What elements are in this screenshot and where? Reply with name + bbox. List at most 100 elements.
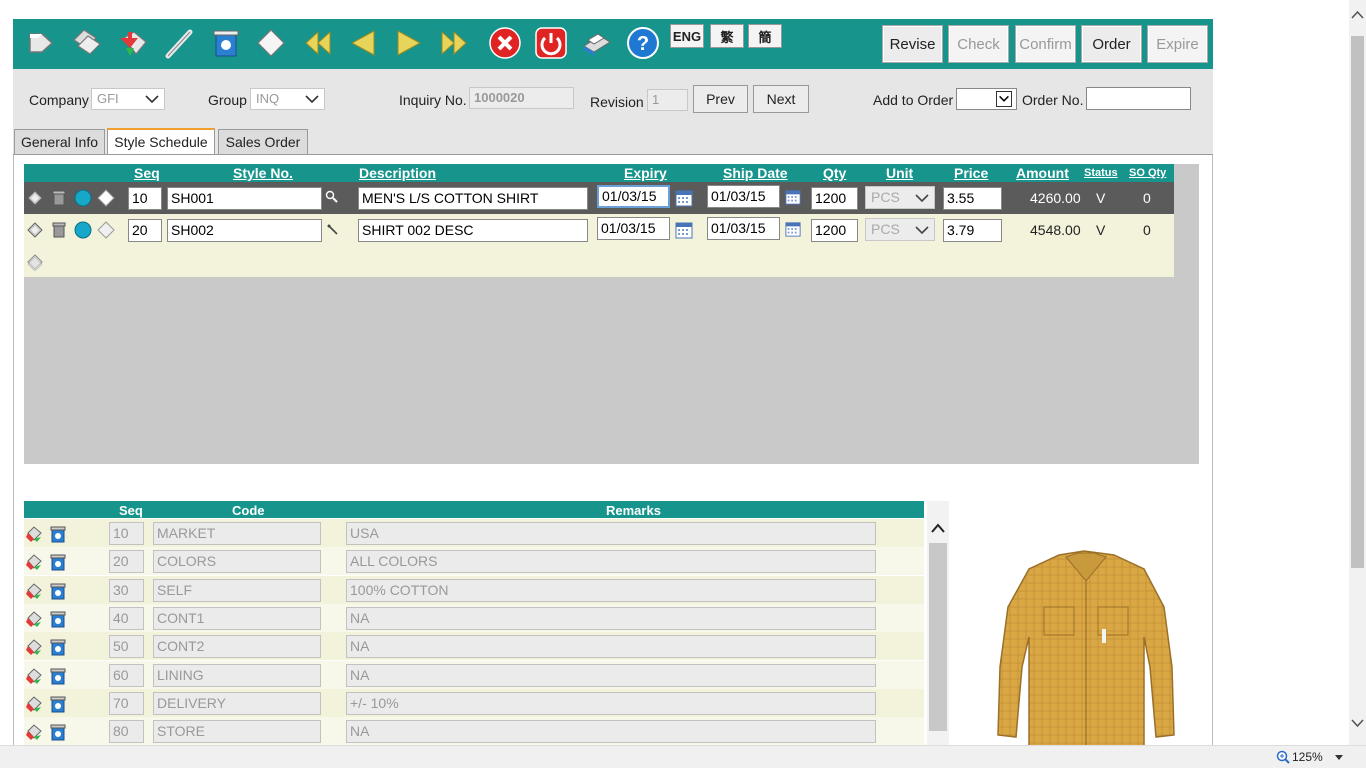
tab-general-info[interactable]: General Info [14, 129, 105, 154]
delete-row-icon[interactable] [49, 525, 67, 543]
style-row[interactable]: 10 SH001 MEN'S L/S COTTON SHIRT 01/03/15… [24, 182, 1174, 214]
help-icon[interactable]: ? [625, 25, 661, 61]
prev-icon[interactable] [345, 25, 381, 61]
tab-style-schedule[interactable]: Style Schedule [107, 128, 215, 154]
expire-button[interactable]: Expire [1147, 25, 1208, 63]
remark-row[interactable]: 50 CONT2 NA [24, 632, 924, 661]
price-input[interactable]: 3.79 [943, 219, 1002, 242]
edit-icon[interactable] [161, 25, 197, 61]
remark-text[interactable]: USA [346, 522, 876, 545]
delete-row-icon[interactable] [49, 582, 67, 600]
col-amount[interactable]: Amount [1016, 165, 1069, 181]
inquiry-no-field[interactable]: 1000020 [469, 87, 574, 109]
remark-row[interactable]: 70 DELIVERY +/- 10% [24, 688, 924, 717]
delete-row-icon[interactable] [49, 667, 67, 685]
col-description[interactable]: Description [359, 165, 436, 181]
diamond-icon[interactable] [97, 189, 115, 207]
copy-row-icon[interactable] [25, 525, 43, 543]
col-seq[interactable]: Seq [119, 503, 143, 518]
remark-row[interactable]: 80 STORE NA [24, 717, 924, 746]
description-input[interactable]: MEN'S L/S COTTON SHIRT [358, 187, 588, 210]
remark-row[interactable]: 60 LINING NA [24, 660, 924, 689]
remark-seq[interactable]: 40 [109, 606, 144, 630]
remark-text[interactable]: NA [346, 635, 876, 659]
ship-date-input[interactable]: 01/03/15 [707, 217, 780, 240]
chevron-up-icon[interactable] [930, 521, 946, 535]
col-expiry[interactable]: Expiry [624, 165, 667, 181]
magnifier-icon[interactable] [326, 223, 340, 237]
style-row[interactable]: 20 SH002 SHIRT 002 DESC 01/03/15 01/03/1… [24, 214, 1174, 246]
calendar-icon[interactable] [785, 221, 801, 237]
remarks-scrollbar[interactable] [927, 501, 949, 748]
col-seq[interactable]: Seq [134, 165, 160, 181]
tab-sales-order[interactable]: Sales Order [218, 129, 308, 154]
last-icon[interactable] [437, 25, 473, 61]
col-style-no[interactable]: Style No. [233, 165, 293, 181]
qty-input[interactable]: 1200 [811, 187, 858, 210]
calendar-icon[interactable] [675, 221, 693, 239]
check-button[interactable]: Check [948, 25, 1009, 63]
page-scrollbar-thumb[interactable] [1351, 36, 1364, 568]
remark-code[interactable]: MARKET [153, 522, 321, 545]
delete-row-icon[interactable] [50, 221, 68, 239]
remark-row[interactable]: 40 CONT1 NA [24, 603, 924, 632]
remark-row[interactable]: 30 SELF 100% COTTON [24, 575, 924, 604]
remark-seq[interactable]: 50 [109, 635, 144, 659]
qty-input[interactable]: 1200 [811, 219, 858, 242]
remark-text[interactable]: NA [346, 663, 876, 687]
copy-row-icon[interactable] [25, 582, 43, 600]
delete-row-icon[interactable] [49, 695, 67, 713]
revision-field[interactable]: 1 [647, 89, 688, 111]
next-button[interactable]: Next [753, 85, 809, 113]
status-dot-icon[interactable] [74, 189, 92, 207]
add-to-order-select[interactable] [956, 88, 1017, 110]
confirm-button[interactable]: Confirm [1015, 25, 1076, 63]
col-qty[interactable]: Qty [823, 165, 846, 181]
delete-row-icon[interactable] [50, 189, 68, 207]
ship-date-input[interactable]: 01/03/15 [707, 185, 780, 208]
remark-code[interactable]: COLORS [153, 550, 321, 574]
style-no-input[interactable]: SH002 [167, 219, 322, 242]
add-row-icon[interactable] [26, 253, 44, 271]
col-remarks[interactable]: Remarks [606, 503, 661, 518]
remark-seq[interactable]: 60 [109, 663, 144, 687]
zoom-level[interactable]: 125% [1292, 750, 1323, 764]
calendar-icon[interactable] [785, 189, 801, 205]
first-icon[interactable] [299, 25, 335, 61]
copy-row-icon[interactable] [25, 638, 43, 656]
remark-seq[interactable]: 30 [109, 578, 144, 602]
delete-icon[interactable] [207, 25, 243, 61]
remark-code[interactable]: STORE [153, 720, 321, 744]
prev-button[interactable]: Prev [693, 85, 748, 113]
company-select[interactable]: GFI [91, 88, 165, 110]
blank-icon[interactable] [253, 25, 289, 61]
order-button[interactable]: Order [1081, 25, 1142, 63]
copy-row-icon[interactable] [25, 667, 43, 685]
next-icon[interactable] [391, 25, 427, 61]
copy-row-icon[interactable] [26, 189, 44, 207]
col-status[interactable]: Status [1084, 167, 1118, 179]
remarks-scrollbar-thumb[interactable] [929, 543, 947, 731]
remark-code[interactable]: DELIVERY [153, 691, 321, 715]
unit-select[interactable]: PCS [865, 218, 935, 241]
remark-text[interactable]: 100% COTTON [346, 578, 876, 602]
col-unit[interactable]: Unit [886, 165, 913, 181]
delete-row-icon[interactable] [49, 610, 67, 628]
copy-row-icon[interactable] [25, 695, 43, 713]
page-scrollbar[interactable] [1349, 0, 1366, 745]
col-ship-date[interactable]: Ship Date [723, 165, 788, 181]
lang-eng-button[interactable]: ENG [670, 24, 704, 48]
copy-row-icon[interactable] [25, 723, 43, 741]
cancel-icon[interactable] [487, 25, 523, 61]
delete-row-icon[interactable] [49, 553, 67, 571]
save-icon[interactable] [115, 25, 151, 61]
copy-icon[interactable] [69, 25, 105, 61]
seq-input[interactable]: 20 [128, 219, 162, 242]
price-input[interactable]: 3.55 [943, 187, 1002, 210]
remark-seq[interactable]: 10 [109, 522, 144, 545]
remark-code[interactable]: LINING [153, 663, 321, 687]
power-icon[interactable] [533, 25, 569, 61]
remark-row[interactable]: 20 COLORS ALL COLORS [24, 547, 924, 576]
remark-text[interactable]: NA [346, 606, 876, 630]
remark-row[interactable]: 10 MARKET USA [24, 519, 924, 547]
